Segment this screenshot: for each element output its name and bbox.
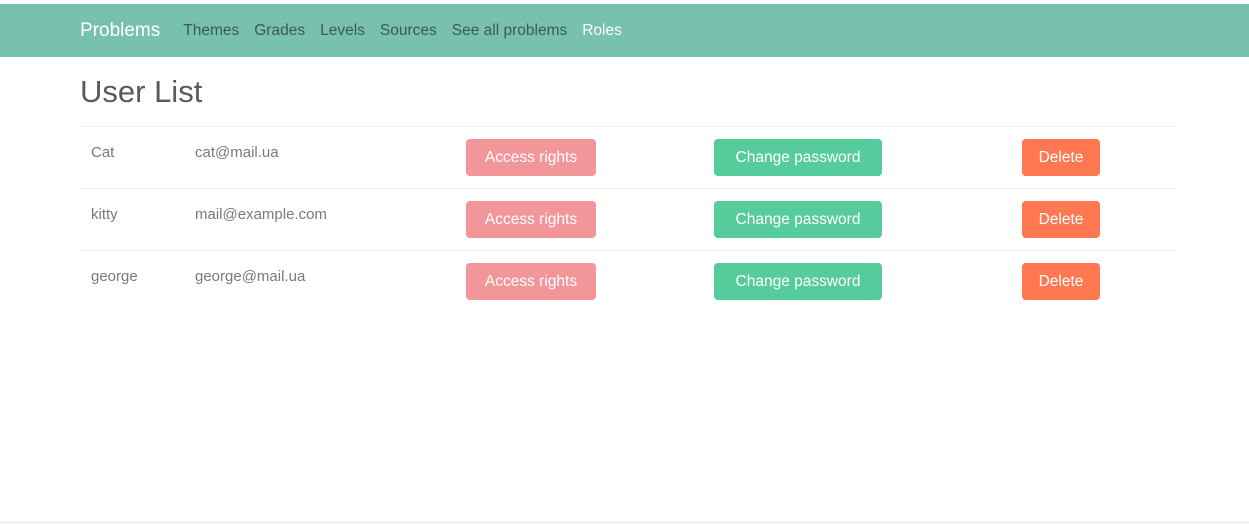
access-rights-button[interactable]: Access rights (466, 263, 596, 301)
user-email: mail@example.com (195, 206, 327, 223)
user-row: kitty mail@example.com Access rights Cha… (80, 188, 1176, 251)
user-table: Cat cat@mail.ua Access rights Change pas… (80, 126, 1176, 313)
nav-link-themes[interactable]: Themes (183, 22, 239, 40)
page-title: User List (80, 74, 203, 109)
user-email: george@mail.ua (195, 268, 306, 286)
nav-links: Themes Grades Levels Sources See all pro… (183, 22, 637, 40)
nav-link-see-all-problems[interactable]: See all problems (452, 22, 567, 40)
delete-button[interactable]: Delete (1022, 263, 1100, 301)
change-password-button[interactable]: Change password (714, 201, 882, 238)
user-email: cat@mail.ua (195, 144, 279, 161)
nav-link-sources[interactable]: Sources (380, 22, 437, 40)
user-row: george george@mail.ua Access rights Chan… (80, 250, 1176, 313)
navbar: Problems Themes Grades Levels Sources Se… (0, 4, 1249, 57)
nav-link-grades[interactable]: Grades (254, 22, 305, 40)
user-row: Cat cat@mail.ua Access rights Change pas… (80, 126, 1176, 189)
user-name: Cat (91, 144, 115, 161)
access-rights-button[interactable]: Access rights (466, 139, 596, 176)
change-password-button[interactable]: Change password (714, 263, 882, 301)
delete-button[interactable]: Delete (1022, 139, 1100, 176)
user-name: kitty (91, 206, 118, 223)
access-rights-button[interactable]: Access rights (466, 201, 596, 238)
footer-divider (0, 522, 1249, 523)
change-password-button[interactable]: Change password (714, 139, 882, 176)
nav-link-levels[interactable]: Levels (320, 22, 365, 40)
nav-link-roles[interactable]: Roles (582, 22, 622, 40)
delete-button[interactable]: Delete (1022, 201, 1100, 238)
brand-link[interactable]: Problems (80, 20, 160, 42)
user-name: george (91, 268, 138, 286)
